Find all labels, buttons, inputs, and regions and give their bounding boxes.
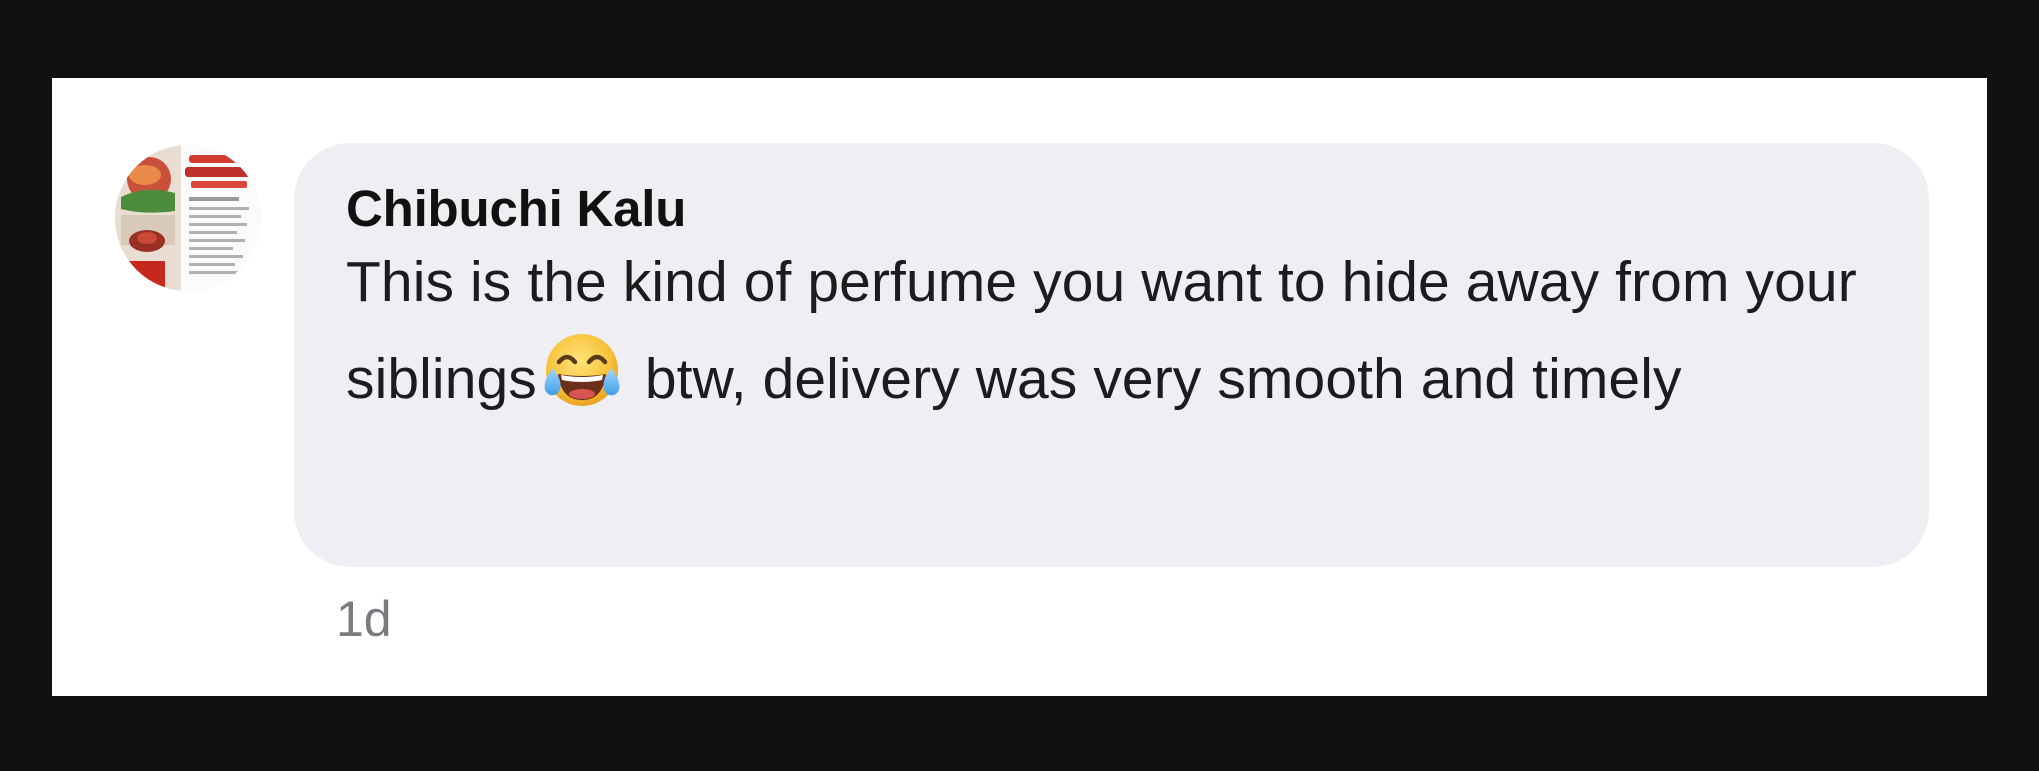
comment-bubble: Chibuchi Kalu This is the kind of perfum… bbox=[294, 143, 1929, 567]
comment-text: This is the kind of perfume you want to … bbox=[346, 236, 1879, 425]
comment-text-part-2: btw, delivery was very smooth and timely bbox=[628, 347, 1682, 411]
comment-timestamp[interactable]: 1d bbox=[336, 594, 392, 644]
face-with-tears-of-joy-icon bbox=[539, 328, 625, 414]
avatar[interactable] bbox=[115, 145, 261, 291]
comment-author[interactable]: Chibuchi Kalu bbox=[346, 183, 1879, 234]
